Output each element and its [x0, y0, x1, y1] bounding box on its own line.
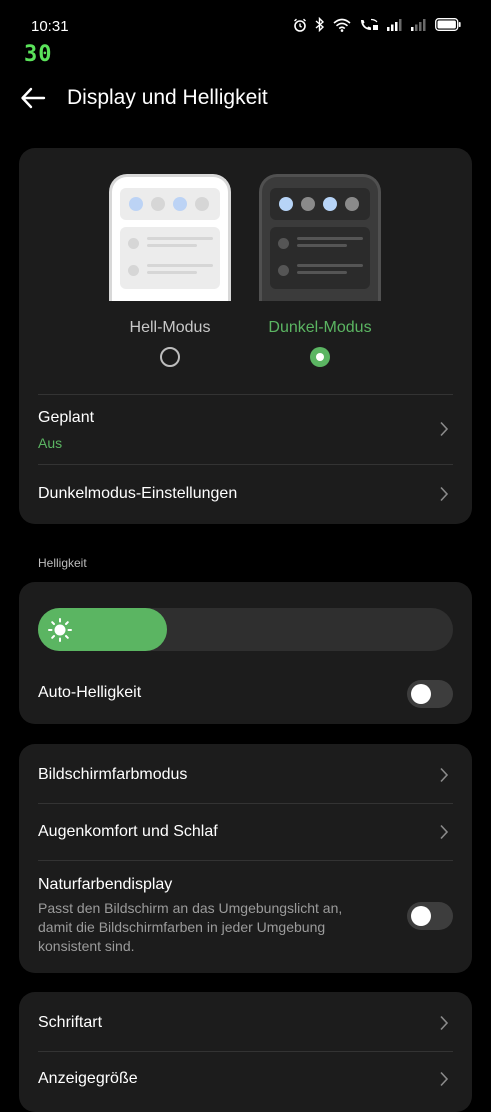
- status-icons: [293, 17, 461, 32]
- chevron-right-icon: [440, 1015, 449, 1031]
- brightness-slider-fill: [38, 608, 167, 651]
- natural-color-title: Naturfarbendisplay: [38, 876, 173, 893]
- status-time: 10:31: [31, 18, 69, 35]
- brightness-slider[interactable]: [38, 608, 453, 651]
- dark-mode-radio[interactable]: [310, 347, 330, 367]
- wifi-icon: [333, 18, 351, 32]
- brightness-card: Auto-Helligkeit: [19, 582, 472, 724]
- scheduled-title: Geplant: [38, 409, 95, 426]
- display-size-row[interactable]: Anzeigegröße: [38, 1070, 453, 1094]
- status-bar: 10:31: [0, 0, 491, 40]
- light-mode-option[interactable]: Hell-Modus: [109, 174, 231, 367]
- eye-comfort-row[interactable]: Augenkomfort und Schlaf: [38, 823, 453, 847]
- theme-mode-picker: Hell-Modus Dunkel-Modus: [19, 148, 472, 378]
- divider: [38, 803, 453, 804]
- auto-brightness-label: Auto-Helligkeit: [38, 684, 142, 701]
- alarm-icon: [294, 18, 306, 32]
- display-size-title: Anzeigegröße: [38, 1070, 138, 1087]
- scheduled-value: Aus: [38, 435, 63, 451]
- light-mode-label: Hell-Modus: [129, 319, 211, 336]
- battery-icon: [435, 18, 461, 31]
- font-title: Schriftart: [38, 1014, 103, 1031]
- eye-comfort-title: Augenkomfort und Schlaf: [38, 823, 218, 840]
- header: Display und Helligkeit: [0, 78, 491, 122]
- arrow-left-icon: [21, 87, 46, 109]
- dark-mode-settings-row[interactable]: Dunkelmodus-Einstellungen: [38, 485, 453, 509]
- divider: [38, 1051, 453, 1052]
- font-row[interactable]: Schriftart: [38, 1014, 453, 1038]
- sun-icon: [48, 618, 72, 642]
- scheduled-row[interactable]: Geplant Aus: [38, 409, 453, 463]
- divider: [38, 394, 453, 395]
- toggle-knob: [411, 906, 431, 926]
- brightness-section-title: Helligkeit: [38, 556, 87, 570]
- wifi-calling-icon: [361, 18, 378, 30]
- natural-color-row: Naturfarbendisplay Passt den Bildschirm …: [38, 876, 453, 960]
- page-title: Display und Helligkeit: [67, 86, 268, 109]
- light-mode-preview: [109, 174, 231, 301]
- toggle-knob: [411, 684, 431, 704]
- color-mode-row[interactable]: Bildschirmfarbmodus: [38, 766, 453, 790]
- fps-counter: 30: [24, 42, 53, 67]
- chevron-right-icon: [440, 1071, 449, 1087]
- theme-card: Hell-Modus Dunkel-Modus Geplant Aus Dunk…: [19, 148, 472, 524]
- auto-brightness-row: Auto-Helligkeit: [38, 684, 453, 708]
- dark-mode-settings-title: Dunkelmodus-Einstellungen: [38, 485, 238, 502]
- natural-color-toggle[interactable]: [407, 902, 453, 930]
- text-card: Schriftart Anzeigegröße: [19, 992, 472, 1112]
- bluetooth-icon: [315, 17, 325, 32]
- natural-color-description: Passt den Bildschirm an das Umgebungslic…: [38, 900, 343, 954]
- auto-brightness-toggle[interactable]: [407, 680, 453, 708]
- display-card: Bildschirmfarbmodus Augenkomfort und Sch…: [19, 744, 472, 973]
- color-mode-title: Bildschirmfarbmodus: [38, 766, 188, 783]
- dark-mode-option[interactable]: Dunkel-Modus: [259, 174, 381, 367]
- chevron-right-icon: [440, 767, 449, 783]
- light-mode-radio[interactable]: [160, 347, 180, 367]
- divider: [38, 860, 453, 861]
- signal-icon: [411, 19, 426, 31]
- dark-mode-label: Dunkel-Modus: [268, 319, 372, 336]
- chevron-right-icon: [440, 421, 449, 437]
- chevron-right-icon: [440, 486, 449, 502]
- back-button[interactable]: [20, 86, 50, 114]
- divider: [38, 464, 453, 465]
- dark-mode-preview: [259, 174, 381, 301]
- signal-icon: [387, 19, 402, 31]
- chevron-right-icon: [440, 824, 449, 840]
